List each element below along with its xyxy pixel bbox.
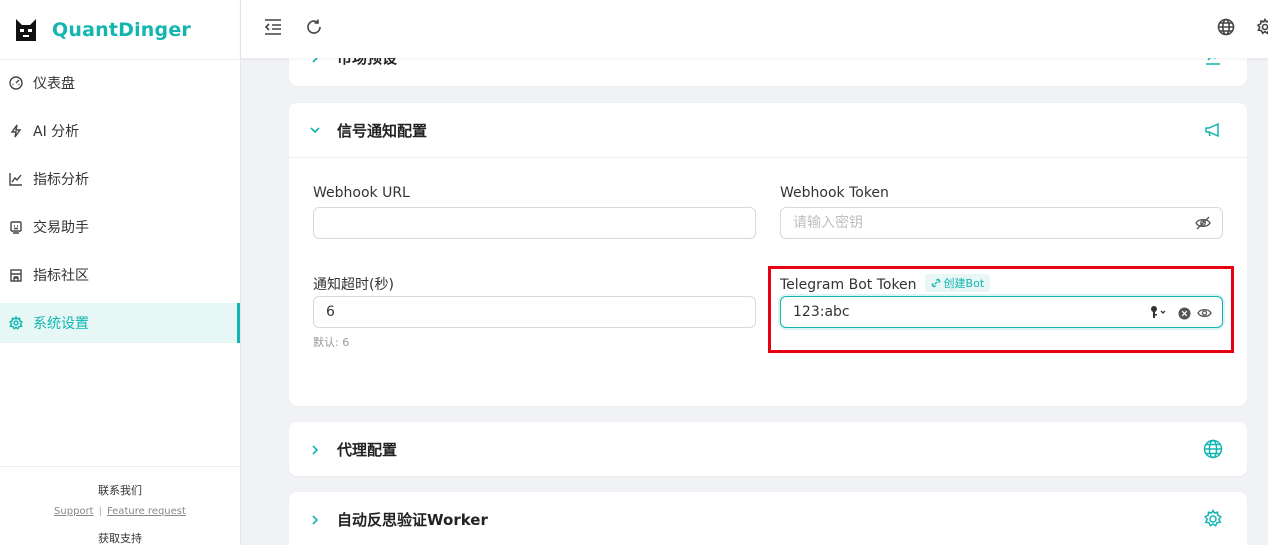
telegram-token-label-row: Telegram Bot Token 创建Bot xyxy=(780,274,991,293)
signal-notification-header[interactable]: 信号通知配置 xyxy=(289,103,1247,158)
sidebar-item-label: 系统设置 xyxy=(33,316,89,332)
sidebar-item-label: 交易助手 xyxy=(33,220,89,236)
globe-icon[interactable] xyxy=(1215,16,1237,38)
webhook-token-input[interactable] xyxy=(780,207,1223,239)
globe-icon xyxy=(1203,439,1223,459)
reflection-worker-card: 自动反思验证Worker xyxy=(289,492,1247,545)
sidebar-item-indicator-community[interactable]: 指标社区 xyxy=(0,255,240,295)
refresh-icon[interactable] xyxy=(303,16,325,38)
dashboard-icon xyxy=(9,76,23,90)
logo[interactable]: QuantDinger xyxy=(0,0,240,60)
sidebar-footer: 联系我们 Support | Feature request 获取支持 xyxy=(0,466,240,545)
gear-icon xyxy=(1203,509,1223,529)
webhook-token-label: Webhook Token xyxy=(780,185,889,201)
sidebar-menu: 仪表盘 AI 分析 指标分析 交易助手 指标社区 系统设置 xyxy=(0,63,240,343)
proxy-config-title: 代理配置 xyxy=(337,441,398,459)
proxy-config-header[interactable]: 代理配置 xyxy=(289,422,1247,477)
chevron-right-icon xyxy=(309,58,321,64)
market-preset-card: 市场预设 xyxy=(289,58,1247,86)
link-icon xyxy=(931,278,940,288)
clear-circle-icon[interactable] xyxy=(1177,306,1191,320)
telegram-token-label: Telegram Bot Token xyxy=(780,277,917,293)
line-chart-icon xyxy=(9,172,23,186)
footer-separator: | xyxy=(98,506,102,517)
gear-icon xyxy=(9,316,23,330)
megaphone-icon xyxy=(1203,120,1223,140)
chevron-down-icon xyxy=(309,124,321,136)
sidebar-item-label: 仪表盘 xyxy=(33,76,75,92)
robot-icon xyxy=(9,220,23,234)
logo-mark-icon xyxy=(16,18,36,41)
sidebar-item-trading-assistant[interactable]: 交易助手 xyxy=(0,207,240,247)
timeout-hint: 默认: 6 xyxy=(313,336,350,349)
market-preset-header[interactable]: 市场预设 xyxy=(289,58,1247,85)
app-name: QuantDinger xyxy=(52,18,191,41)
get-support-label: 获取支持 xyxy=(98,532,142,545)
eye-invisible-icon[interactable] xyxy=(1195,215,1211,231)
sidebar-item-system-settings[interactable]: 系统设置 xyxy=(0,303,240,343)
lightning-icon xyxy=(9,124,23,138)
chevron-right-icon xyxy=(309,514,321,526)
sidebar: QuantDinger 仪表盘 AI 分析 指标分析 交易助手 指标社区 系统设… xyxy=(0,0,241,545)
proxy-config-card: 代理配置 xyxy=(289,422,1247,476)
sidebar-item-indicator-analysis[interactable]: 指标分析 xyxy=(0,159,240,199)
timeout-input[interactable] xyxy=(313,296,756,328)
webhook-url-input[interactable] xyxy=(313,207,756,239)
sidebar-item-ai-analysis[interactable]: AI 分析 xyxy=(0,111,240,151)
header-gear-icon[interactable] xyxy=(1254,16,1268,38)
sidebar-item-label: AI 分析 xyxy=(33,124,80,140)
chart-icon xyxy=(1203,58,1223,67)
menu-fold-icon[interactable] xyxy=(262,16,284,38)
timeout-label: 通知超时(秒) xyxy=(313,277,394,293)
eye-icon[interactable] xyxy=(1196,306,1212,320)
reflection-worker-header[interactable]: 自动反思验证Worker xyxy=(289,492,1247,545)
sidebar-item-dashboard[interactable]: 仪表盘 xyxy=(0,63,240,103)
feature-request-link[interactable]: Feature request xyxy=(107,506,186,517)
chevron-right-icon xyxy=(309,444,321,456)
support-link[interactable]: Support xyxy=(54,506,94,517)
shop-icon xyxy=(9,268,23,282)
contact-us-label: 联系我们 xyxy=(98,484,142,497)
password-manager-key-icon[interactable] xyxy=(1149,304,1171,320)
create-bot-label: 创建Bot xyxy=(943,277,985,290)
sidebar-item-label: 指标社区 xyxy=(33,268,89,284)
signal-notification-card: 信号通知配置 Webhook URL Webhook Token 通知超时(秒)… xyxy=(289,103,1247,406)
settings-content: 市场预设 信号通知配置 Webhook URL Webhook Token 请输… xyxy=(241,58,1268,545)
sidebar-item-label: 指标分析 xyxy=(33,172,89,188)
create-bot-link[interactable]: 创建Bot xyxy=(924,274,991,292)
footer-links: Support | Feature request xyxy=(0,506,240,517)
market-preset-title: 市场预设 xyxy=(337,58,398,67)
webhook-url-label: Webhook URL xyxy=(313,185,410,201)
signal-notification-title: 信号通知配置 xyxy=(337,121,428,140)
top-header xyxy=(241,0,1268,58)
app-root: QuantDinger 仪表盘 AI 分析 指标分析 交易助手 指标社区 系统设… xyxy=(0,0,1268,545)
reflection-worker-title: 自动反思验证Worker xyxy=(337,511,488,529)
